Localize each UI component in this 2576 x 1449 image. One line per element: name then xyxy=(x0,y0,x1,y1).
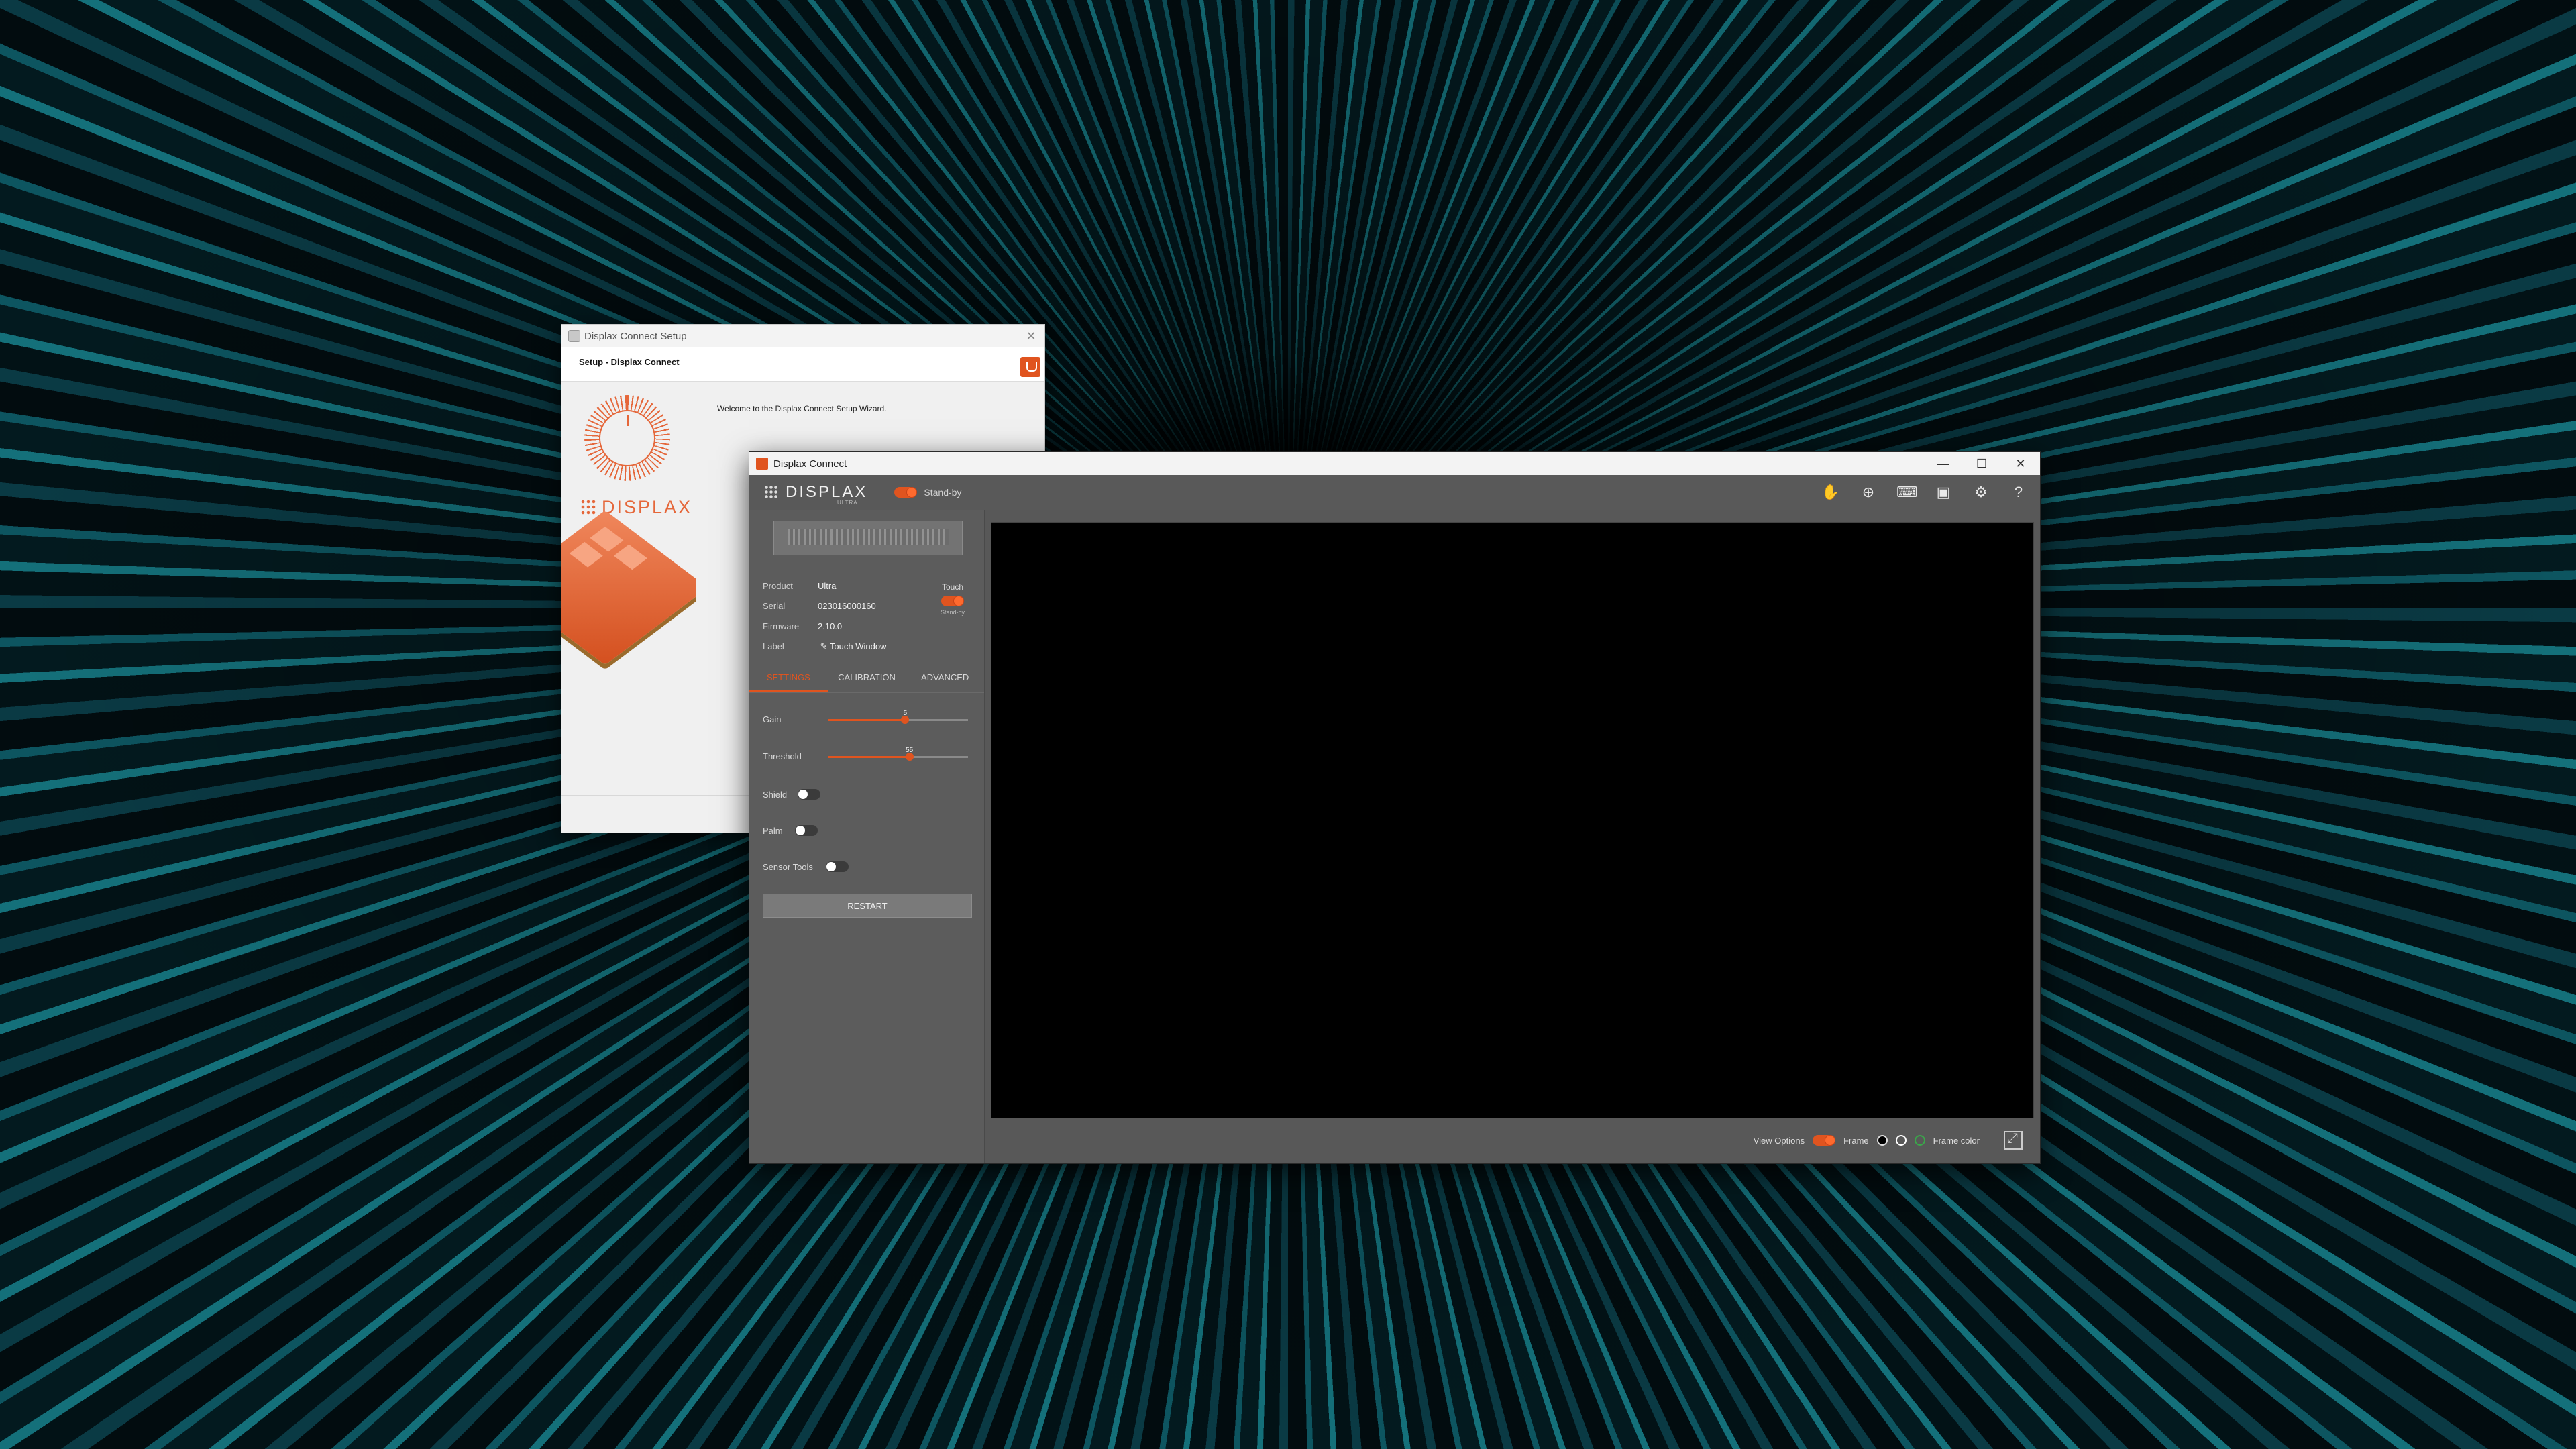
displax-connect-window: Displax Connect — ☐ ✕ DISPLAX ULTRA Stan… xyxy=(749,451,2041,1164)
standby-label: Stand-by xyxy=(924,487,962,498)
frame-toggle[interactable] xyxy=(1813,1135,1836,1146)
product-value: Ultra xyxy=(818,581,837,591)
sensor-tools-toggle[interactable] xyxy=(826,861,849,872)
sensor-tools-row: Sensor Tools xyxy=(763,861,849,872)
hand-icon[interactable]: ✋ xyxy=(1821,483,1840,502)
installer-icon xyxy=(1020,357,1040,377)
maximize-button[interactable]: ☐ xyxy=(1962,457,2001,471)
close-button[interactable]: ✕ xyxy=(2001,457,2040,471)
main-titlebar: Displax Connect — ☐ ✕ xyxy=(749,452,2040,475)
frame-color-green[interactable] xyxy=(1914,1135,1925,1146)
main-window-title: Displax Connect xyxy=(773,458,847,470)
threshold-slider[interactable]: Threshold 55 xyxy=(763,745,971,765)
setup-welcome-text: Welcome to the Displax Connect Setup Wiz… xyxy=(717,404,887,413)
shield-label: Shield xyxy=(763,789,788,800)
gain-label: Gain xyxy=(763,714,782,724)
toolbar-icons: ✋ ⊕ ⌨ ▣ ⚙ ? xyxy=(1821,483,2028,502)
tab-settings[interactable]: SETTINGS xyxy=(749,663,828,692)
standby-control: Stand-by xyxy=(894,487,961,498)
frame-color-label: Frame color xyxy=(1933,1135,1980,1146)
edit-label-button[interactable]: ✎ Touch Window xyxy=(820,641,887,651)
edit-icon: ✎ xyxy=(820,641,830,651)
frame-label: Frame xyxy=(1843,1135,1869,1146)
label-row: Label ✎ Touch Window xyxy=(763,641,887,651)
product-row: Product Ultra xyxy=(763,581,837,591)
display-icon[interactable]: ▣ xyxy=(1934,483,1953,502)
frame-color-white[interactable] xyxy=(1895,1135,1907,1146)
restart-button[interactable]: RESTART xyxy=(763,894,972,918)
view-options-label: View Options xyxy=(1753,1135,1805,1146)
palm-row: Palm xyxy=(763,825,818,836)
gear-icon[interactable]: ⚙ xyxy=(1972,483,1990,502)
firmware-value: 2.10.0 xyxy=(818,621,843,631)
firmware-row: Firmware 2.10.0 xyxy=(763,621,843,631)
touch-state: Stand-by xyxy=(940,609,965,616)
support-icon[interactable]: ⊕ xyxy=(1859,483,1878,502)
setup-side-graphic: DISPLAX xyxy=(561,382,696,784)
displax-app-icon xyxy=(756,458,768,470)
logo-subtitle: ULTRA xyxy=(837,500,858,506)
shield-toggle[interactable] xyxy=(798,789,820,800)
expand-icon[interactable] xyxy=(2004,1131,2023,1150)
setup-header: Setup - Displax Connect xyxy=(561,347,1044,382)
frame-color-black[interactable] xyxy=(1876,1135,1888,1146)
keyboard-icon[interactable]: ⌨ xyxy=(1896,483,1918,502)
device-image xyxy=(773,521,963,555)
touch-toggle[interactable] xyxy=(941,596,964,606)
displax-logo: DISPLAX ULTRA xyxy=(764,483,867,506)
tab-advanced[interactable]: ADVANCED xyxy=(906,663,984,692)
tab-calibration[interactable]: CALIBRATION xyxy=(828,663,906,692)
gain-slider[interactable]: Gain 5 xyxy=(763,708,971,728)
panel-illustration xyxy=(561,510,696,665)
standby-toggle[interactable] xyxy=(894,487,918,498)
setup-header-title: Setup - Displax Connect xyxy=(579,357,680,367)
setup-brand-logo: DISPLAX xyxy=(580,497,692,518)
setup-app-icon xyxy=(568,330,580,342)
touch-label: Touch xyxy=(941,582,964,592)
threshold-label: Threshold xyxy=(763,751,802,761)
serial-row: Serial 023016000160 xyxy=(763,601,876,611)
palm-toggle[interactable] xyxy=(795,825,818,836)
settings-tabs: SETTINGS CALIBRATION ADVANCED xyxy=(749,663,984,693)
main-toolbar: DISPLAX ULTRA Stand-by ✋ ⊕ ⌨ ▣ ⚙ ? xyxy=(749,475,2040,510)
help-icon[interactable]: ? xyxy=(2009,483,2028,502)
setup-titlebar: Displax Connect Setup ✕ xyxy=(561,325,1044,347)
palm-label: Palm xyxy=(763,825,783,836)
device-panel: Product Ultra Serial 023016000160 Firmware… xyxy=(749,510,985,1163)
view-options-bar: View Options Frame Frame color xyxy=(1754,1131,2023,1150)
knob-graphic xyxy=(584,395,670,481)
minimize-button[interactable]: — xyxy=(1923,457,1962,471)
threshold-value: 55 xyxy=(906,747,914,754)
serial-value: 023016000160 xyxy=(818,601,876,611)
logo-dots-icon xyxy=(764,485,779,500)
touch-control: Touch Stand-by xyxy=(936,582,969,616)
setup-close-button[interactable]: ✕ xyxy=(1018,329,1044,343)
gain-value: 5 xyxy=(903,710,908,717)
shield-row: Shield xyxy=(763,789,820,800)
touch-view-canvas[interactable] xyxy=(991,522,2034,1118)
sensor-tools-label: Sensor Tools xyxy=(763,861,813,872)
setup-window-title: Displax Connect Setup xyxy=(584,330,687,342)
